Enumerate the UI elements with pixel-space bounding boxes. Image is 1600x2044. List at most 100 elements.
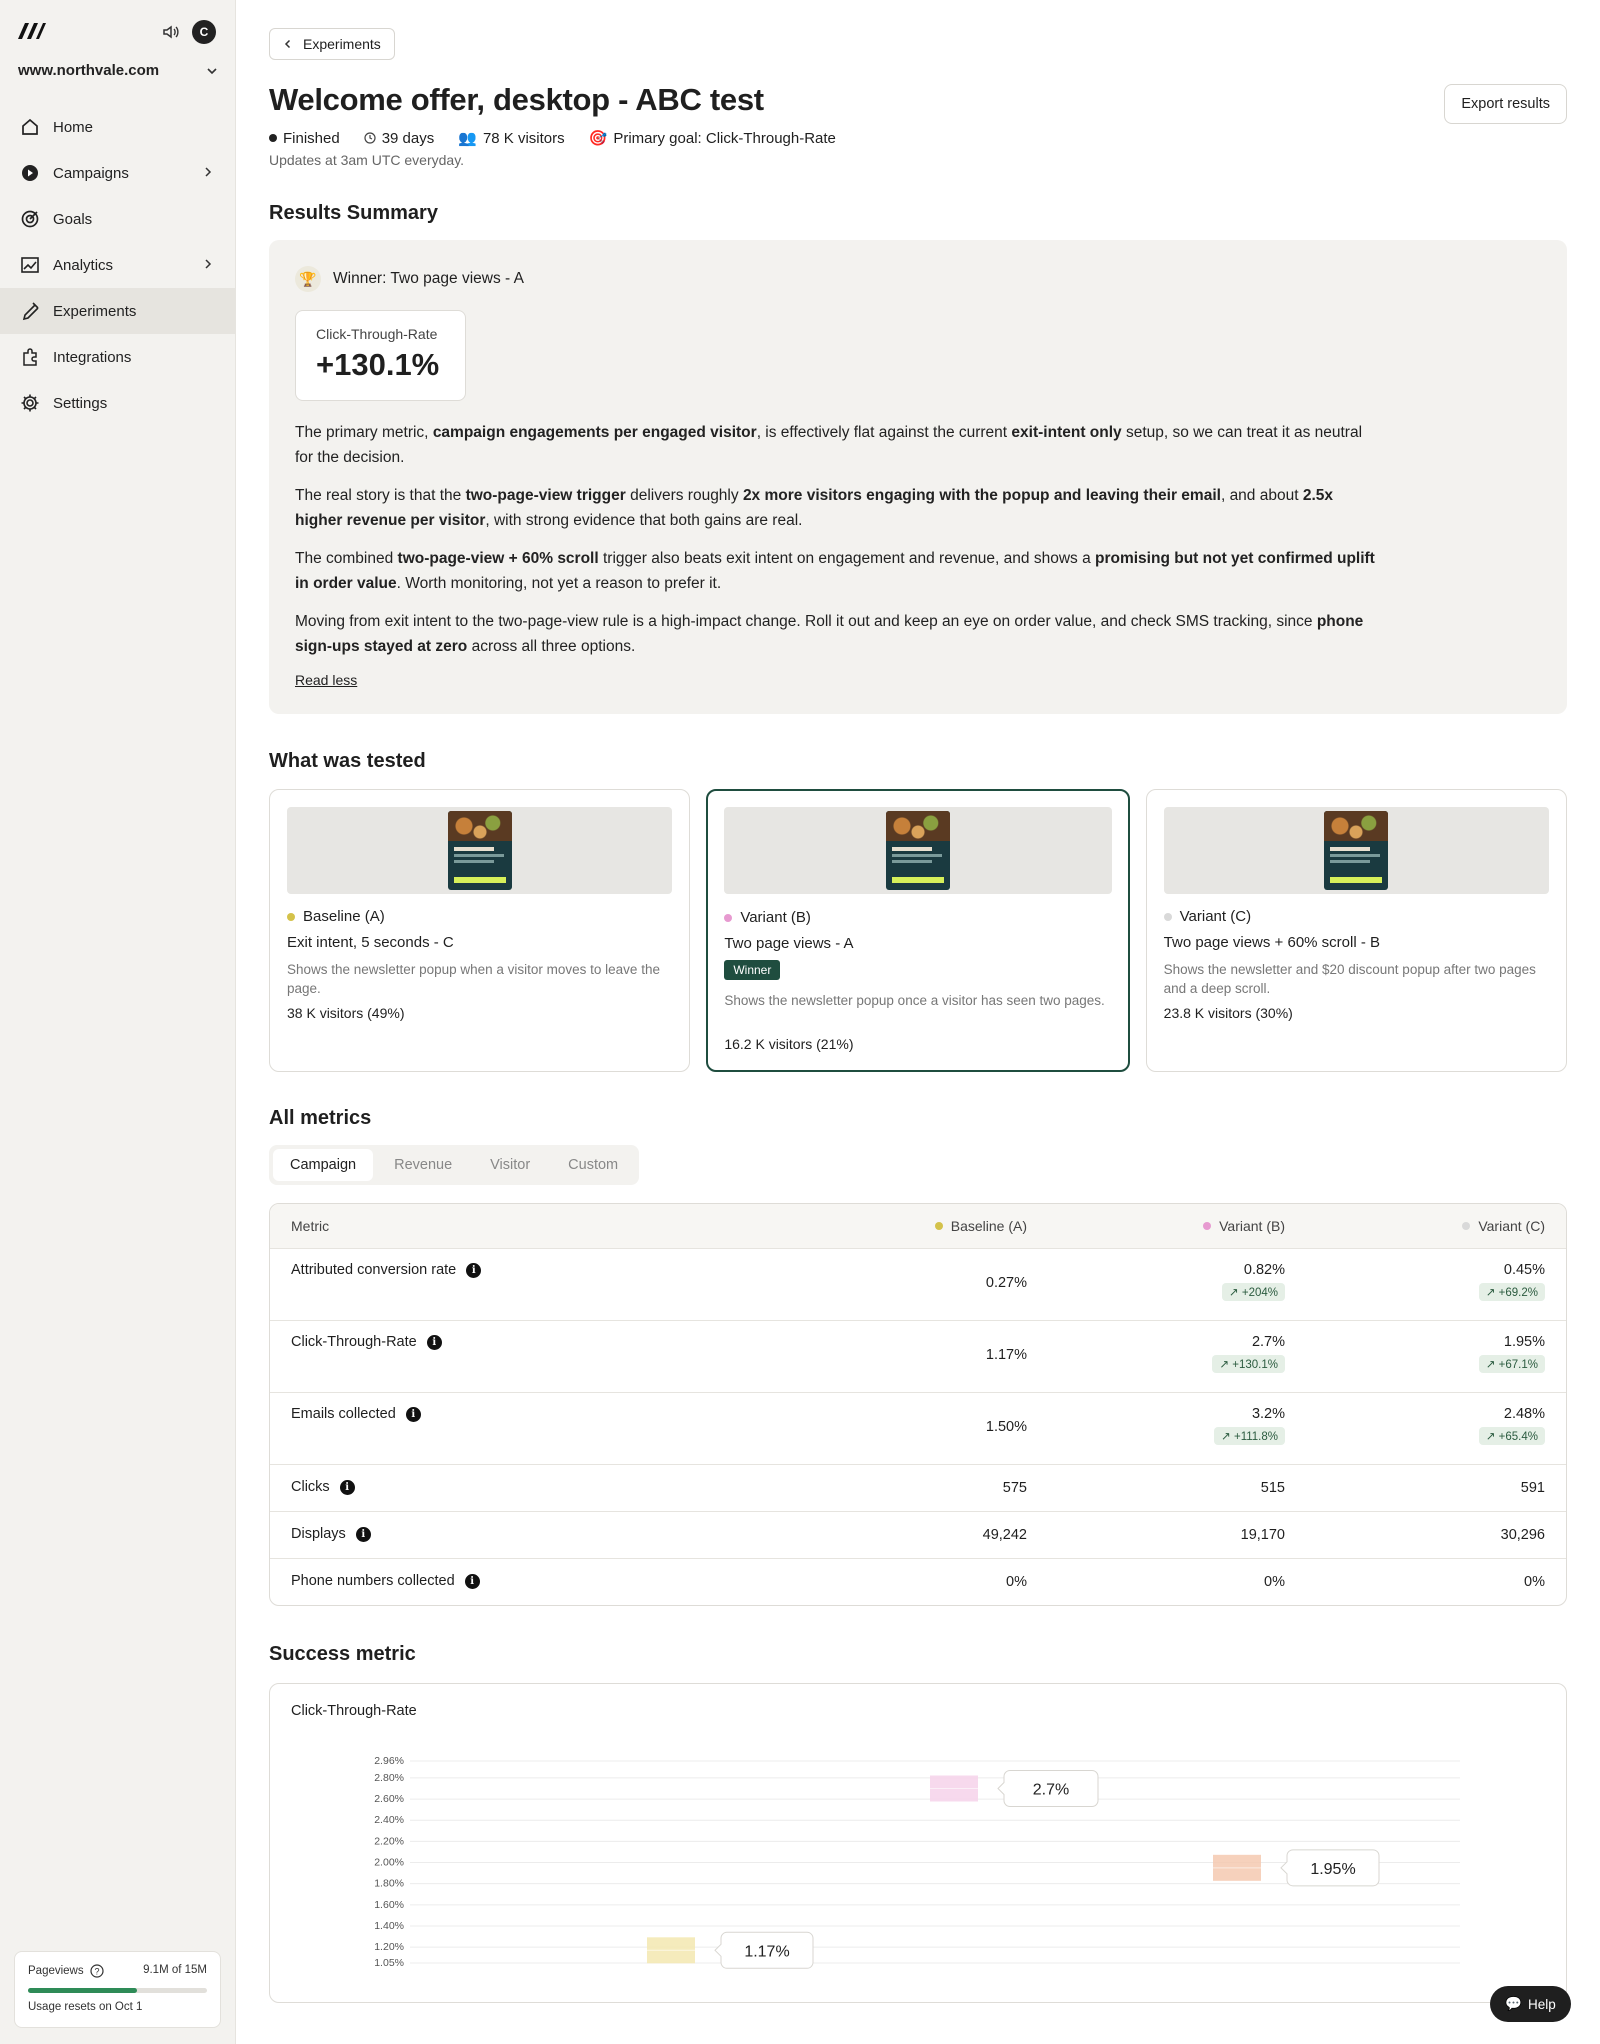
sidebar-item-campaigns[interactable]: Campaigns <box>0 150 236 196</box>
variant-c-value: 591 <box>1520 1480 1545 1496</box>
experiment-meta: Finished 39 days 👥 78 K visitors 🎯 Primary… <box>269 129 836 147</box>
usage-bar-fill <box>28 1988 138 1993</box>
help-button[interactable]: 💬 Help <box>1490 1986 1571 2022</box>
variant-b-cell: 2.7% ↗ +130.1% <box>1212 1334 1285 1373</box>
popup-thumbnail <box>287 807 673 894</box>
sidebar-item-label: Campaigns <box>53 164 129 182</box>
metric-name: Emails collected i <box>291 1406 421 1422</box>
table-row[interactable]: Clicks i 575 515 591 <box>270 1465 1566 1512</box>
people-icon: 👥 <box>458 130 477 147</box>
column-header-variant-b: Variant (B) <box>1203 1218 1285 1234</box>
what-was-tested-heading: What was tested <box>269 750 426 772</box>
variant-c-delta: ↗ +69.2% <box>1478 1283 1545 1301</box>
usage-label: Pageviews <box>28 1965 84 1977</box>
kpi-label: Click-Through-Rate <box>316 326 438 342</box>
variant-visitors: 16.2 K visitors (21%) <box>724 1036 854 1052</box>
export-results-button[interactable]: Export results <box>1444 84 1567 124</box>
metric-tabs: Campaign Revenue Visitor Custom <box>269 1145 640 1185</box>
variant-name: Baseline (A) <box>287 908 385 925</box>
all-metrics-heading: All metrics <box>269 1107 372 1129</box>
tab-campaign[interactable]: Campaign <box>273 1149 374 1181</box>
usage-label-wrap: Pageviews ? <box>28 1964 104 1978</box>
tab-custom[interactable]: Custom <box>551 1149 635 1181</box>
baseline-value: 1.17% <box>985 1347 1027 1363</box>
brand-logo[interactable] <box>18 22 46 40</box>
sidebar-item-home[interactable]: Home <box>0 104 236 150</box>
table-row[interactable]: Phone numbers collected i 0% 0% 0% <box>270 1559 1566 1605</box>
info-icon[interactable]: i <box>339 1479 355 1495</box>
summary-paragraph: Moving from exit intent to the two-page-… <box>295 613 1364 655</box>
sidebar-item-label: Analytics <box>53 256 114 274</box>
gear-icon <box>21 394 39 412</box>
y-tick-label: 2.20% <box>374 1835 404 1847</box>
table-header: Metric Baseline (A) Variant (B) Variant … <box>270 1204 1566 1249</box>
sidebar-item-analytics[interactable]: Analytics <box>0 242 236 288</box>
info-icon[interactable]: i <box>405 1406 421 1422</box>
status-badge: Finished <box>269 130 340 147</box>
play-circle-icon <box>22 165 38 181</box>
kpi-card: Click-Through-Rate +130.1% <box>295 310 466 401</box>
variant-subtitle: Exit intent, 5 seconds - C <box>287 934 454 951</box>
read-less-link[interactable]: Read less <box>295 672 357 688</box>
sidebar-item-integrations[interactable]: Integrations <box>0 334 236 380</box>
help-circle-icon[interactable]: ? <box>90 1964 104 1978</box>
table-row[interactable]: Attributed conversion rate i 0.27% 0.82% ↗… <box>270 1249 1566 1321</box>
baseline-value: 0% <box>1006 1574 1027 1590</box>
metric-name: Attributed conversion rate i <box>291 1262 482 1278</box>
variant-c-value: 2.48% <box>1503 1406 1545 1422</box>
info-icon[interactable]: i <box>426 1334 442 1350</box>
y-tick-label: 1.60% <box>374 1899 404 1911</box>
variant-b-value: 3.2% <box>1251 1406 1285 1422</box>
table-row[interactable]: Emails collected i 1.50% 3.2% ↗ +111.8% 2.… <box>270 1393 1566 1465</box>
variant-b-delta: ↗ +204% <box>1222 1283 1285 1301</box>
site-selector[interactable]: www.northvale.com <box>18 62 218 79</box>
status-dot <box>269 134 277 142</box>
results-summary-card: 🏆 Winner: Two page views - A Click-Throu… <box>269 240 1567 714</box>
popup-preview <box>885 811 950 890</box>
variant-b-value: 0% <box>1264 1574 1285 1590</box>
usage-bar <box>28 1988 207 1993</box>
update-note: Updates at 3am UTC everyday. <box>269 152 465 168</box>
sidebar-item-label: Integrations <box>53 348 132 366</box>
sidebar-item-goals[interactable]: Goals <box>0 196 236 242</box>
column-header-baseline: Baseline (A) <box>934 1218 1027 1234</box>
variant-color-dot <box>1163 912 1172 921</box>
variant-card-c[interactable]: Variant (C) Two page views + 60% scroll … <box>1145 789 1567 1072</box>
chevron-down-icon <box>207 67 217 74</box>
variant-card-b[interactable]: Variant (B) Two page views - A Winner Sh… <box>706 789 1130 1072</box>
ctr-chart: 2.96% 2.80% 2.60% 2.40% 2.20% 2.00% 1.80% 1.60%… <box>374 1755 1460 1969</box>
baseline-value: 0.27% <box>985 1275 1027 1291</box>
tab-revenue[interactable]: Revenue <box>377 1149 469 1181</box>
avatar[interactable]: C <box>192 20 216 44</box>
svg-text:?: ? <box>94 1967 99 1977</box>
variant-card-a[interactable]: Baseline (A) Exit intent, 5 seconds - C … <box>269 789 691 1072</box>
table-row[interactable]: Displays i 49,242 19,170 30,296 <box>270 1512 1566 1559</box>
data-label: 1.95% <box>1310 1861 1355 1878</box>
flask-icon <box>22 302 39 321</box>
info-icon[interactable]: i <box>355 1526 371 1542</box>
back-label: Experiments <box>303 36 381 52</box>
summary-paragraph: The real story is that the two-page-view… <box>295 487 1333 529</box>
info-icon[interactable]: i <box>464 1573 480 1589</box>
variant-subtitle: Two page views - A <box>724 935 854 952</box>
variant-color-dot <box>724 913 733 922</box>
page-title: Welcome offer, desktop - ABC test <box>269 82 764 117</box>
winner-text: Winner: Two page views - A <box>333 270 524 287</box>
variant-c-value: 0% <box>1524 1574 1545 1590</box>
speaker-icon[interactable] <box>162 23 180 41</box>
back-button[interactable]: Experiments <box>269 28 395 60</box>
winner-line: 🏆 Winner: Two page views - A <box>295 266 524 292</box>
sidebar-item-settings[interactable]: Settings <box>0 380 236 426</box>
summary-paragraph: The primary metric, campaign engagements… <box>295 424 1363 466</box>
y-tick-label: 2.00% <box>374 1857 404 1869</box>
tab-visitor[interactable]: Visitor <box>473 1149 547 1181</box>
goal-text: Primary goal: Click-Through-Rate <box>613 129 836 147</box>
sidebar-item-experiments[interactable]: Experiments <box>0 288 236 334</box>
table-row[interactable]: Click-Through-Rate i 1.17% 2.7% ↗ +130.1% … <box>270 1321 1566 1393</box>
variant-b-value: 0.82% <box>1243 1262 1285 1278</box>
variant-visitors: 38 K visitors (49%) <box>287 1005 405 1021</box>
variant-visitors: 23.8 K visitors (30%) <box>1163 1005 1293 1021</box>
chevron-right-icon <box>205 167 212 177</box>
variant-description: Shows the newsletter popup when a visito… <box>287 962 660 996</box>
info-icon[interactable]: i <box>466 1262 482 1278</box>
